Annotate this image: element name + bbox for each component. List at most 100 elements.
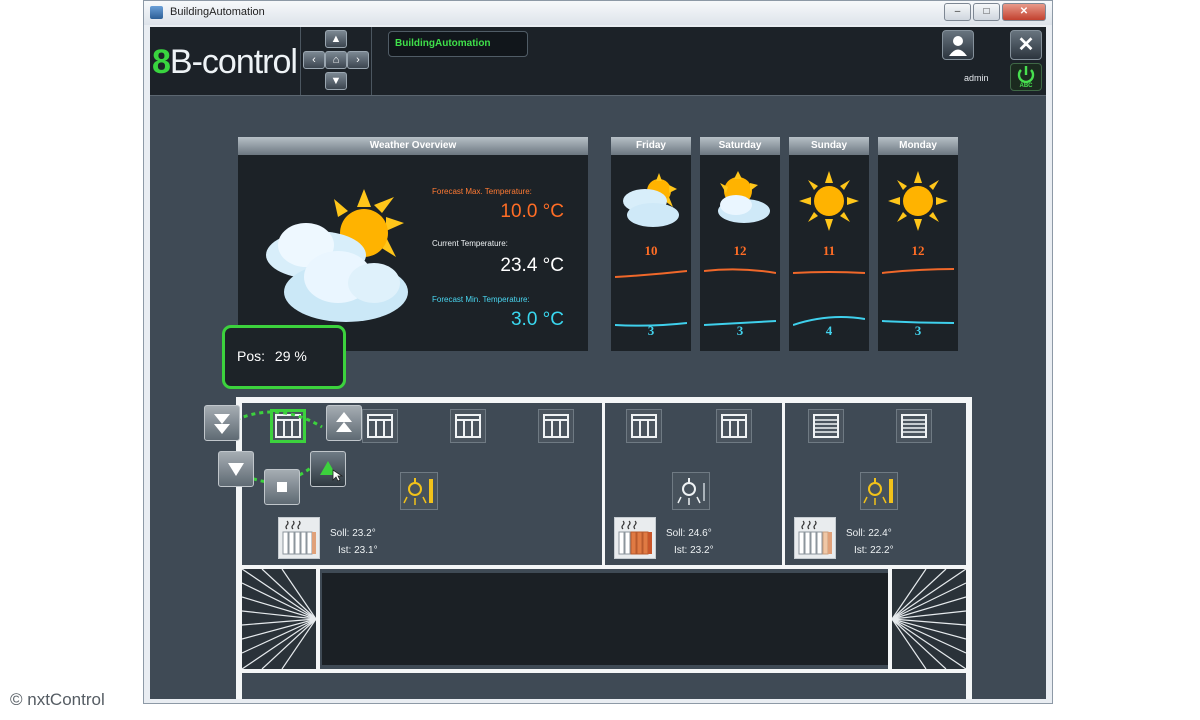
header: 8B-control ▲ ‹ ⌂ › ▼ BuildingAutomation … <box>150 27 1046 96</box>
minimize-button[interactable]: – <box>944 3 971 21</box>
nav-back-button[interactable]: ‹ <box>303 51 325 69</box>
radiator-icon <box>798 520 832 555</box>
heater-button[interactable] <box>794 517 836 559</box>
forecast-day-card: Sunday 11 4 <box>789 137 869 351</box>
wall <box>602 403 605 567</box>
weather-overview-panel: Weather Overview Forecast Max. Temperatu… <box>238 137 588 351</box>
forecast-day-name: Monday <box>878 137 958 155</box>
corridor <box>322 573 888 665</box>
window-close-button[interactable]: ✕ <box>1002 3 1046 21</box>
window-blind-closed-icon <box>901 414 927 438</box>
blind-up-button[interactable] <box>310 451 346 487</box>
window-blind-button[interactable] <box>716 409 752 443</box>
app-window: BuildingAutomation – □ ✕ 8B-control ▲ ‹ … <box>143 0 1053 704</box>
arrow-up-icon <box>320 461 344 482</box>
logo: 8B-control <box>152 43 298 81</box>
wall <box>782 403 785 567</box>
window-blind-closed-button[interactable] <box>808 409 844 443</box>
forecast-day-name: Saturday <box>700 137 780 155</box>
heater-button[interactable] <box>614 517 656 559</box>
forecast-low: 3 <box>647 323 655 338</box>
forecast-min-label: Forecast Min. Temperature: <box>432 295 530 304</box>
power-label: ABC <box>1019 83 1033 89</box>
position-label: Pos: <box>237 348 266 364</box>
light-off-button[interactable] <box>672 472 710 510</box>
double-arrow-down-icon <box>214 414 230 434</box>
double-arrow-up-icon <box>336 412 352 432</box>
window-icon <box>367 414 393 438</box>
sun-cloud-icon <box>718 171 770 223</box>
blind-down-button[interactable] <box>218 451 254 487</box>
room-actual-temperature: Ist: 22.2° <box>854 545 894 556</box>
window-icon <box>455 414 481 438</box>
lamp-on-icon <box>863 478 893 505</box>
nav-up-button[interactable]: ▲ <box>325 30 347 48</box>
sun-icon <box>799 171 859 231</box>
wall <box>966 397 972 699</box>
forecast-low: 3 <box>914 323 922 338</box>
weather-overview-title: Weather Overview <box>238 137 588 155</box>
radiator-icon <box>618 520 652 555</box>
maximize-button[interactable]: □ <box>973 3 1000 21</box>
forecast-high: 10 <box>644 243 658 258</box>
radiator-icon <box>282 520 316 555</box>
window-blind-button[interactable] <box>538 409 574 443</box>
room-setpoint: Soll: 24.6° <box>666 528 712 539</box>
forecast-day-name: Sunday <box>789 137 869 155</box>
window-icon <box>631 414 657 438</box>
app-close-button[interactable]: ✕ <box>1010 30 1042 60</box>
forecast-day-name: Friday <box>611 137 691 155</box>
position-value: 29 % <box>274 348 307 364</box>
app-client: 8B-control ▲ ‹ ⌂ › ▼ BuildingAutomation … <box>150 27 1046 699</box>
light-on-button[interactable] <box>860 472 898 510</box>
username: admin <box>964 73 989 83</box>
window-blind-closed-icon <box>813 414 839 438</box>
forecast-high: 12 <box>733 243 747 258</box>
room-setpoint: Soll: 22.4° <box>846 528 892 539</box>
arrow-down-icon <box>228 463 244 476</box>
nav-home-button[interactable]: ⌂ <box>325 51 347 69</box>
forecast-min-value: 3.0 °C <box>510 309 564 330</box>
current-temperature-value: 23.4 °C <box>500 255 564 276</box>
forecast-high: 12 <box>911 243 925 258</box>
sun-icon <box>888 171 948 231</box>
lamp-on-icon <box>403 478 433 505</box>
forecast-day-card: Saturday 12 3 <box>700 137 780 351</box>
window-blind-closed-button[interactable] <box>896 409 932 443</box>
forecast-day-card: Monday 12 3 <box>878 137 958 351</box>
wall <box>236 669 972 673</box>
navigation-pad: ▲ ‹ ⌂ › ▼ <box>300 27 372 95</box>
light-on-button[interactable] <box>400 472 438 510</box>
copyright-credit: © nxtControl <box>10 690 105 709</box>
window-title: BuildingAutomation <box>170 6 265 18</box>
current-temperature-label: Current Temperature: <box>432 239 508 248</box>
nav-down-button[interactable]: ▼ <box>325 72 347 90</box>
window-blind-button[interactable] <box>362 409 398 443</box>
window-icon <box>543 414 569 438</box>
blind-stop-button[interactable] <box>264 469 300 505</box>
title-bar[interactable]: BuildingAutomation – □ ✕ <box>144 1 1052 25</box>
blind-full-up-button[interactable] <box>326 405 362 441</box>
floor-plan: Soll: 23.2° Ist: 23.1° Soll: 24.6° Ist: … <box>236 397 972 699</box>
staircase-right <box>891 568 967 670</box>
window-blind-button[interactable] <box>450 409 486 443</box>
room-actual-temperature: Ist: 23.2° <box>674 545 714 556</box>
lamp-off-icon <box>677 478 705 505</box>
forecast-high: 11 <box>822 243 836 258</box>
wall <box>316 569 320 669</box>
power-button[interactable]: ABC <box>1010 63 1042 91</box>
staircase-left <box>241 568 317 670</box>
position-tooltip: Pos: 29 % <box>222 325 346 389</box>
stop-icon <box>277 482 287 492</box>
nav-forward-button[interactable]: › <box>347 51 369 69</box>
forecast-max-label: Forecast Max. Temperature: <box>432 187 532 196</box>
heater-button[interactable] <box>278 517 320 559</box>
blind-full-down-button[interactable] <box>204 405 240 441</box>
forecast-max-value: 10.0 °C <box>500 201 564 222</box>
room-actual-temperature: Ist: 23.1° <box>338 545 378 556</box>
sun-cloud-icon <box>623 173 679 227</box>
tab-building-automation[interactable]: BuildingAutomation <box>388 31 528 57</box>
window-blind-button[interactable] <box>626 409 662 443</box>
user-icon <box>949 36 967 56</box>
user-button[interactable] <box>942 30 974 60</box>
